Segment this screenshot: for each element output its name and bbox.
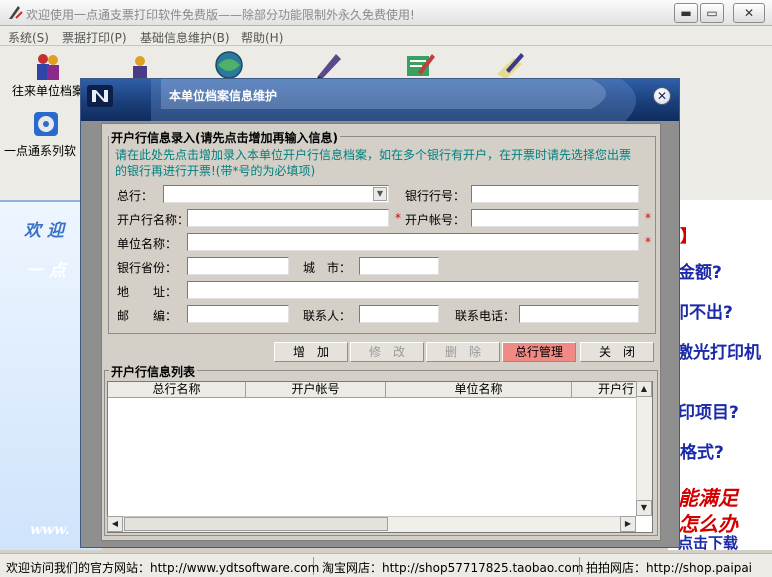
status-official-site[interactable]: 欢迎访问我们的官方网站：http://www.ydtsoftware.com — [2, 557, 319, 575]
unit-archive-dialog: 本单位档案信息维护 ✕ 开户行信息录入(请先点击增加再输入信息) 请在此处先点击… — [80, 78, 680, 548]
contact-label: 联系人： — [303, 309, 352, 323]
account-no-required-mark: * — [395, 211, 401, 225]
user-icon[interactable] — [128, 54, 152, 80]
delete-button[interactable]: 删 除 — [426, 342, 500, 362]
banner-welcome-text: 欢 迎 — [24, 221, 64, 241]
toolbar-unit-archive-label: 往来单位档案 — [12, 84, 85, 98]
banner-right-red-1: 能满足 — [678, 486, 738, 510]
contact-input[interactable] — [359, 305, 439, 323]
bank-list-legend: 开户行信息列表 — [109, 363, 198, 380]
phone-label: 联系电话： — [455, 309, 516, 323]
column-header-bank-head[interactable]: 总行名称 — [108, 382, 246, 398]
menu-system[interactable]: 系统(S) — [8, 29, 49, 46]
globe-icon[interactable] — [212, 50, 246, 80]
people-icon — [37, 54, 59, 80]
bank-entry-group: 开户行信息录入(请先点击增加再输入信息) 请在此处先点击增加录入本单位开户行信息… — [108, 129, 656, 334]
close-button[interactable]: 关 闭 — [580, 342, 654, 362]
entry-hint-line-1: 请在此处先点击增加录入本单位开户行信息档案，如在多个银行有开户，在开票时请先选择… — [115, 148, 632, 162]
bank-name-label: 开户行名称： — [117, 213, 190, 227]
write-icon[interactable] — [494, 50, 526, 80]
dialog-body: 开户行信息录入(请先点击增加再输入信息) 请在此处先点击增加录入本单位开户行信息… — [101, 123, 661, 541]
chevron-down-icon[interactable]: ▼ — [373, 187, 387, 201]
entry-hint-line-2: 的银行再进行开票!(带*号的为必填项) — [115, 164, 316, 178]
list-horizontal-scrollbar[interactable]: ◀ ▶ — [107, 516, 636, 532]
province-input[interactable] — [187, 257, 289, 275]
bank-list-header: 总行名称 开户帐号 单位名称 开户行 — [108, 382, 636, 398]
bank-list-table[interactable]: 总行名称 开户帐号 单位名称 开户行 ▲ ▼ ◀ ▶ — [107, 381, 653, 533]
city-input[interactable] — [359, 257, 439, 275]
column-header-bank-name[interactable]: 开户行 — [572, 382, 636, 398]
scroll-left-icon[interactable]: ◀ — [107, 516, 123, 532]
edit-document-icon[interactable] — [404, 50, 436, 80]
scroll-right-icon[interactable]: ▶ — [620, 516, 636, 532]
background-banner-right: 】 金额? 印不出? 激光打印机 印项目? 格式? 能满足 怎么办 点击下载 — [668, 200, 772, 553]
postcode-label: 邮 编： — [117, 309, 178, 323]
banner-right-line-2: 金额? — [678, 263, 722, 283]
banner-download-link[interactable]: 点击下载 — [678, 532, 738, 553]
menu-print[interactable]: 票据打印(P) — [62, 29, 127, 46]
banner-url-text: www. — [30, 522, 70, 538]
toolbar-series-software-button[interactable] — [30, 110, 62, 142]
scroll-up-icon[interactable]: ▲ — [636, 381, 652, 397]
status-paipai-shop[interactable]: 拍拍网店：http://shop.paipai — [582, 557, 770, 575]
bank-entry-legend: 开户行信息录入(请先点击增加再输入信息) — [109, 129, 340, 146]
unit-name-required-mark: * — [645, 235, 651, 249]
unit-name-input[interactable] — [187, 233, 639, 251]
list-vertical-scrollbar[interactable]: ▲ ▼ — [636, 381, 652, 516]
column-header-account-no[interactable]: 开户帐号 — [246, 382, 386, 398]
pen-icon[interactable] — [314, 50, 344, 80]
postcode-input[interactable] — [187, 305, 289, 323]
account-no-input[interactable] — [471, 209, 639, 227]
banner-right-line-6: 格式? — [680, 443, 724, 463]
scroll-down-icon[interactable]: ▼ — [636, 500, 652, 516]
disc-icon — [34, 112, 58, 136]
toolbar-series-software-label: 一点通系列软 — [4, 144, 77, 158]
menu-help[interactable]: 帮助(H) — [241, 29, 283, 46]
bank-head-label: 总行： — [117, 189, 154, 203]
province-label: 银行省份： — [117, 261, 178, 275]
menubar: 系统(S) 票据打印(P) 基础信息维护(B) 帮助(H) — [0, 26, 772, 46]
window-close-button[interactable]: ✕ — [733, 3, 765, 23]
banner-right-line-1: 】 — [680, 227, 697, 247]
bank-no-label: 银行行号： — [405, 189, 466, 203]
edit-button[interactable]: 修 改 — [350, 342, 424, 362]
address-input[interactable] — [187, 281, 639, 299]
bank-no-input[interactable] — [471, 185, 639, 203]
main-titlebar: 欢迎使用一点通支票打印软件免费版——除部分功能限制外永久免费使用! ▬ ▭ ✕ — [0, 0, 772, 26]
bank-name-input[interactable] — [187, 209, 389, 227]
menu-basic-info[interactable]: 基础信息维护(B) — [140, 29, 230, 46]
banner-right-line-4: 激光打印机 — [676, 343, 761, 363]
unit-name-label: 单位名称： — [117, 237, 178, 251]
banner-right-line-5: 印项目? — [678, 403, 739, 423]
app-icon — [9, 6, 23, 19]
dialog-title: 本单位档案信息维护 — [169, 89, 278, 103]
dialog-logo-icon — [87, 85, 113, 107]
bank-head-combo[interactable]: ▼ — [163, 185, 389, 203]
bank-manage-button[interactable]: 总行管理 — [502, 342, 576, 362]
add-button[interactable]: 增 加 — [274, 342, 348, 362]
column-header-unit-name[interactable]: 单位名称 — [386, 382, 572, 398]
account-no-label: 开户帐号： — [405, 213, 466, 227]
address-label: 地 址： — [117, 285, 178, 299]
account-no-required-mark-right: * — [645, 211, 651, 225]
bank-list-group: 开户行信息列表 总行名称 开户帐号 单位名称 开户行 ▲ ▼ ◀ ▶ — [104, 363, 658, 536]
status-taobao-shop[interactable]: 淘宝网店：http://shop57717825.taobao.com — [318, 557, 583, 575]
banner-right-line-3: 印不出? — [672, 303, 733, 323]
city-label: 城 市： — [303, 261, 352, 275]
banner-product-text: 一 点 — [26, 261, 66, 281]
phone-input[interactable] — [519, 305, 639, 323]
dialog-close-icon[interactable]: ✕ — [653, 87, 671, 105]
minimize-button[interactable]: ▬ — [674, 3, 698, 23]
statusbar: 欢迎访问我们的官方网站：http://www.ydtsoftware.com 淘… — [0, 553, 772, 577]
window-title: 欢迎使用一点通支票打印软件免费版——除部分功能限制外永久免费使用! — [26, 8, 415, 22]
scroll-thumb[interactable] — [124, 517, 388, 531]
restore-button[interactable]: ▭ — [700, 3, 724, 23]
dialog-titlebar: 本单位档案信息维护 ✕ — [81, 79, 679, 121]
